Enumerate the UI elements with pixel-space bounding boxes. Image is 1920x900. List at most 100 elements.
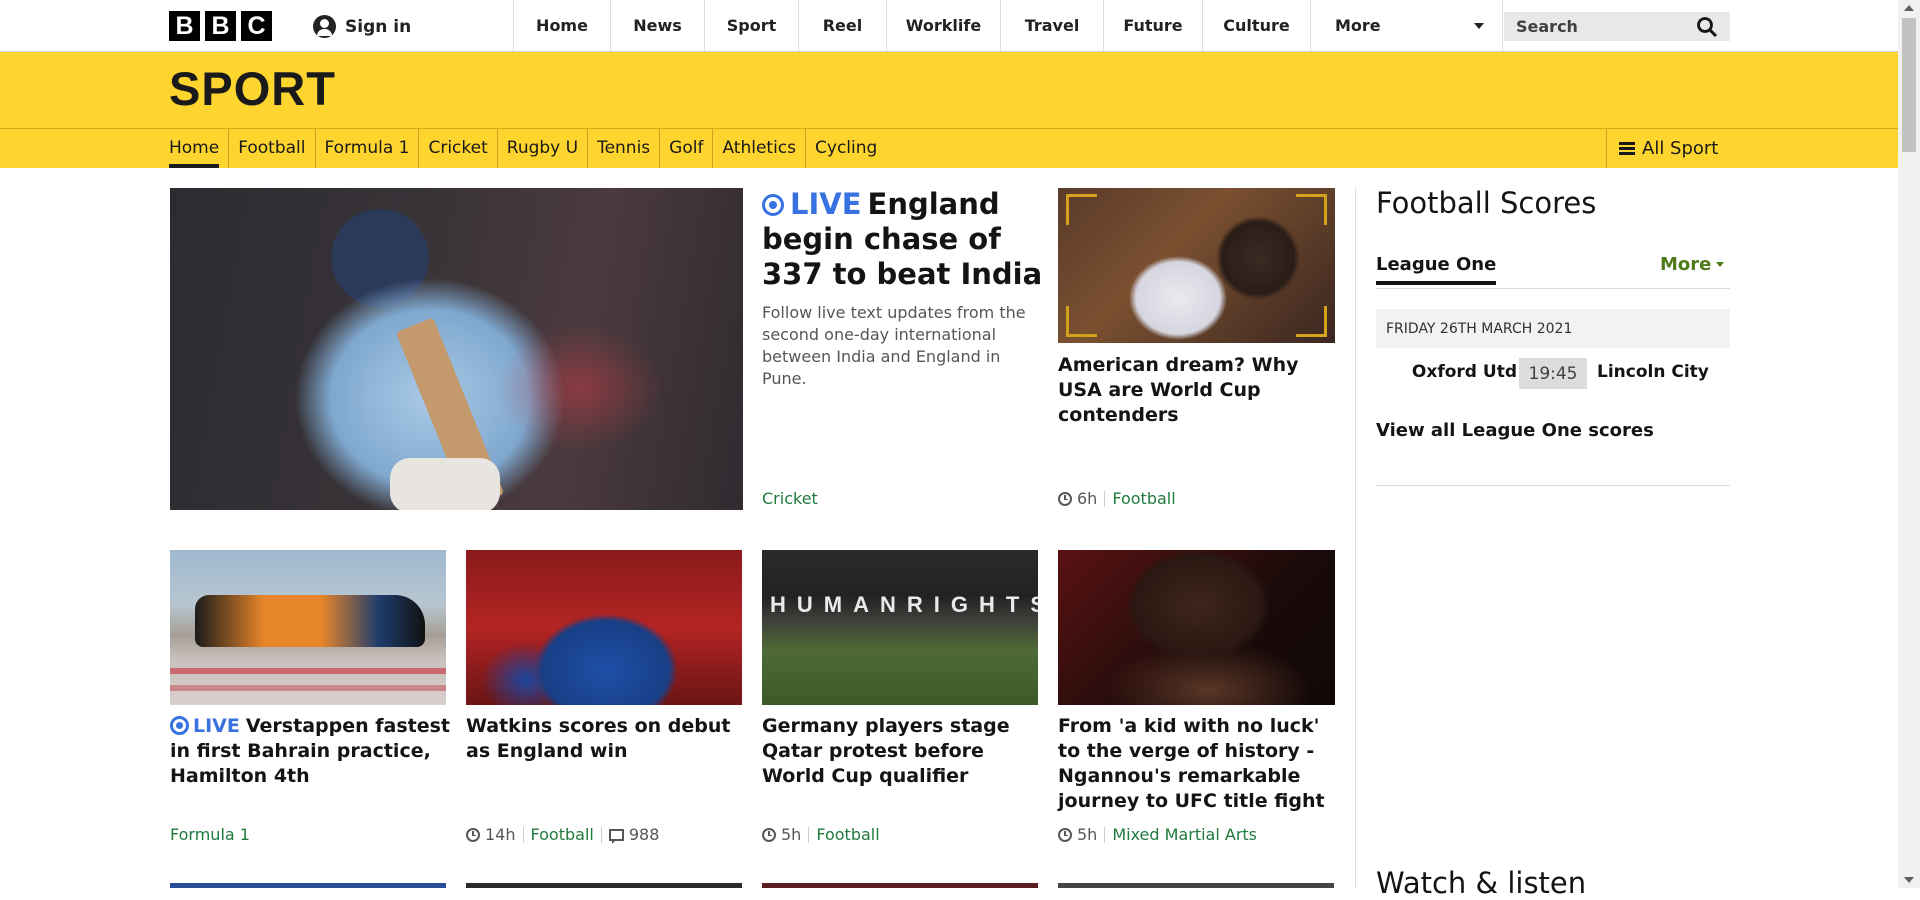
f1-story-headline[interactable]: LIVE Verstappen fastest in first Bahrain … bbox=[170, 714, 450, 789]
scrollbar-thumb[interactable] bbox=[1902, 18, 1916, 152]
ngannou-story-title[interactable]: From 'a kid with no luck' to the verge o… bbox=[1058, 714, 1338, 814]
global-nav-travel[interactable]: Travel bbox=[1000, 0, 1103, 51]
sport-header: SPORT Home Football Formula 1 Cricket Ru… bbox=[0, 52, 1898, 168]
usa-story-image[interactable] bbox=[1058, 188, 1335, 343]
divider bbox=[1104, 826, 1106, 843]
fixture-row[interactable]: Oxford Utd 19:45 Lincoln City bbox=[1376, 358, 1730, 389]
search-input[interactable]: Search bbox=[1504, 12, 1730, 41]
sport-nav-football[interactable]: Football bbox=[228, 129, 314, 168]
global-nav-future[interactable]: Future bbox=[1103, 0, 1202, 51]
bbc-logo-letter-1: B bbox=[169, 11, 200, 41]
away-team: Lincoln City bbox=[1597, 362, 1709, 382]
global-nav-news[interactable]: News bbox=[610, 0, 704, 51]
england-story-meta: 14h Football 988 bbox=[466, 825, 659, 844]
clock-icon bbox=[466, 827, 480, 842]
usa-story-title[interactable]: American dream? Why USA are World Cup co… bbox=[1058, 353, 1338, 428]
f1-story-image[interactable] bbox=[170, 550, 446, 705]
scroll-down-arrow-icon[interactable] bbox=[1904, 877, 1914, 883]
search-icon[interactable] bbox=[1696, 16, 1718, 38]
page-scrollbar[interactable] bbox=[1898, 0, 1920, 888]
next-story-image[interactable] bbox=[1058, 883, 1334, 888]
tab-league-one[interactable]: League One bbox=[1376, 254, 1497, 285]
clock-icon bbox=[1058, 491, 1072, 506]
scroll-up-arrow-icon[interactable] bbox=[1904, 5, 1914, 11]
watch-listen-heading: Watch & listen bbox=[1376, 866, 1587, 900]
more-leagues-label: More bbox=[1660, 254, 1712, 275]
hero-story-image[interactable] bbox=[170, 188, 743, 510]
sport-nav: Home Football Formula 1 Cricket Rugby U … bbox=[169, 129, 886, 168]
england-story-topic-link[interactable]: Football bbox=[531, 825, 594, 844]
hero-story-topic-link[interactable]: Cricket bbox=[762, 489, 818, 508]
hero-story-summary: Follow live text updates from the second… bbox=[762, 303, 1026, 388]
sign-in-link[interactable]: Sign in bbox=[313, 15, 411, 38]
bbc-masthead: B B C Sign in Home News Sport Reel Workl… bbox=[0, 0, 1898, 52]
divider bbox=[600, 826, 602, 843]
home-team: Oxford Utd bbox=[1411, 362, 1517, 382]
batting-glove-shape bbox=[390, 458, 500, 510]
germany-story-topic-link[interactable]: Football bbox=[816, 825, 879, 844]
global-nav-more-menu[interactable]: More bbox=[1310, 0, 1503, 51]
kickoff-time: 19:45 bbox=[1519, 358, 1587, 389]
sign-in-label: Sign in bbox=[345, 16, 412, 37]
clock-icon bbox=[1058, 827, 1072, 842]
ngannou-story-topic-link[interactable]: Mixed Martial Arts bbox=[1112, 825, 1257, 844]
story-age: 5h bbox=[781, 825, 802, 844]
f1-story-topic-link[interactable]: Formula 1 bbox=[170, 825, 250, 844]
hero-story-headline[interactable]: LIVE England begin chase of 337 to beat I… bbox=[762, 187, 1047, 292]
sport-nav-home[interactable]: Home bbox=[169, 129, 228, 168]
sport-nav-cricket[interactable]: Cricket bbox=[418, 129, 496, 168]
divider bbox=[1104, 490, 1106, 507]
germany-story-title[interactable]: Germany players stage Qatar protest befo… bbox=[762, 714, 1038, 789]
f1-car-shape bbox=[195, 595, 425, 647]
more-label: More bbox=[1335, 16, 1381, 35]
global-nav-reel[interactable]: Reel bbox=[798, 0, 886, 51]
comment-count-link[interactable]: 988 bbox=[629, 825, 660, 844]
sport-title[interactable]: SPORT bbox=[169, 61, 336, 116]
photo-frame-corner bbox=[1296, 194, 1327, 225]
hero-story-meta: Cricket bbox=[762, 489, 818, 508]
england-story-title[interactable]: Watkins scores on debut as England win bbox=[466, 714, 742, 764]
all-sport-label: All Sport bbox=[1642, 138, 1719, 159]
all-sport-button[interactable]: All Sport bbox=[1606, 129, 1718, 168]
bbc-logo[interactable]: B B C bbox=[169, 11, 272, 41]
sport-nav-rugby-union[interactable]: Rugby U bbox=[496, 129, 587, 168]
chevron-down-icon bbox=[1716, 262, 1725, 267]
divider bbox=[1376, 288, 1730, 289]
england-story-image[interactable] bbox=[466, 550, 742, 705]
global-nav-culture[interactable]: Culture bbox=[1202, 0, 1310, 51]
divider bbox=[522, 826, 524, 843]
photo-frame-corner bbox=[1066, 306, 1097, 337]
view-all-scores-link[interactable]: View all League One scores bbox=[1376, 420, 1654, 441]
photo-letters: HUMANRIGHTS bbox=[770, 592, 1038, 617]
ngannou-story-image[interactable] bbox=[1058, 550, 1335, 705]
global-nav-worklife[interactable]: Worklife bbox=[886, 0, 1000, 51]
story-age: 14h bbox=[485, 825, 516, 844]
ngannou-story-meta: 5h Mixed Martial Arts bbox=[1058, 825, 1257, 844]
usa-story-meta: 6h Football bbox=[1058, 489, 1176, 508]
more-leagues-dropdown[interactable]: More bbox=[1660, 254, 1725, 275]
sport-nav-cycling[interactable]: Cycling bbox=[805, 129, 886, 168]
human-rights-shirt-letters: HUMANRIGHTS bbox=[770, 592, 1038, 618]
global-nav-home[interactable]: Home bbox=[513, 0, 610, 51]
usa-story-topic-link[interactable]: Football bbox=[1112, 489, 1175, 508]
live-label: LIVE bbox=[790, 187, 862, 221]
next-story-image[interactable] bbox=[466, 883, 742, 888]
sport-nav-golf[interactable]: Golf bbox=[659, 129, 712, 168]
global-nav-sport[interactable]: Sport bbox=[704, 0, 798, 51]
live-icon bbox=[762, 194, 784, 216]
fixture-date: FRIDAY 26TH MARCH 2021 bbox=[1376, 309, 1730, 348]
divider bbox=[1376, 485, 1730, 486]
sport-nav-tennis[interactable]: Tennis bbox=[587, 129, 659, 168]
sport-nav-athletics[interactable]: Athletics bbox=[712, 129, 805, 168]
next-story-image[interactable] bbox=[762, 883, 1038, 888]
comment-icon bbox=[608, 828, 624, 844]
hamburger-menu-icon bbox=[1619, 142, 1635, 155]
track-stripe bbox=[170, 685, 446, 691]
bbc-logo-letter-2: B bbox=[205, 11, 236, 41]
next-story-image[interactable] bbox=[170, 883, 446, 888]
clock-icon bbox=[762, 827, 776, 842]
live-label: LIVE bbox=[193, 715, 240, 737]
account-icon bbox=[313, 15, 336, 38]
germany-story-image[interactable]: HUMANRIGHTS bbox=[762, 550, 1038, 705]
sport-nav-formula-1[interactable]: Formula 1 bbox=[314, 129, 419, 168]
